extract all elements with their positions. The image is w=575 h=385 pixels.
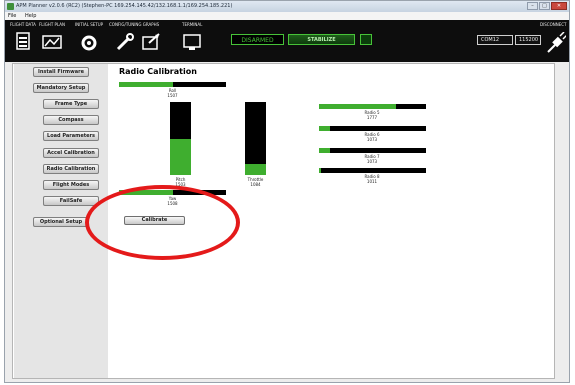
toolbar-label: TERMINAL bbox=[182, 22, 203, 27]
roll-bar-fill bbox=[119, 82, 173, 87]
link-indicator bbox=[360, 34, 372, 45]
flight-data-icon bbox=[16, 32, 30, 50]
title-bar: APM Planner v2.0.6 (RC2) (Stephen-PC 169… bbox=[5, 1, 569, 12]
toolbar-label: INITIAL SETUP bbox=[75, 22, 104, 27]
toolbar-flight-data[interactable]: FLIGHT DATA bbox=[10, 22, 36, 50]
sidebar-item-mandatory-setup[interactable]: Mandatory Setup bbox=[33, 83, 89, 93]
radio7-bar bbox=[319, 148, 426, 153]
sidebar-item-accel-calibration[interactable]: Accel Calibration bbox=[43, 148, 99, 158]
sidebar-item-radio-calibration[interactable]: Radio Calibration bbox=[43, 164, 99, 174]
sidebar-item-optional-setup[interactable]: Optional Setup bbox=[33, 217, 89, 227]
toolbar-flight-plan[interactable]: FLIGHT PLAN bbox=[39, 22, 65, 50]
toolbar-label: FLIGHT DATA bbox=[10, 22, 36, 27]
pitch-bar-fill bbox=[170, 138, 191, 175]
disconnect-plug-icon[interactable] bbox=[546, 32, 566, 54]
radio5-bar-fill bbox=[319, 104, 397, 109]
sidebar-item-failsafe[interactable]: FailSafe bbox=[43, 196, 99, 206]
radio7-value: 1073 bbox=[366, 159, 378, 164]
main-toolbar: FLIGHT DATA FLIGHT PLAN INITIAL SETUP CO… bbox=[5, 20, 569, 62]
pitch-bar bbox=[170, 102, 191, 175]
initial-setup-icon bbox=[81, 35, 97, 51]
radio8-value: 1011 bbox=[366, 179, 378, 184]
radio5-value: 1777 bbox=[366, 115, 378, 120]
maximize-button[interactable]: □ bbox=[539, 2, 550, 10]
toolbar-initial-setup[interactable]: INITIAL SETUP bbox=[75, 22, 103, 52]
radio6-bar bbox=[319, 126, 426, 131]
menu-file[interactable]: File bbox=[8, 13, 16, 19]
sidebar-item-flight-modes[interactable]: Flight Modes bbox=[43, 180, 99, 190]
graphs-icon bbox=[142, 33, 160, 50]
throttle-bar-fill bbox=[245, 164, 266, 175]
radio5-bar bbox=[319, 104, 426, 109]
toolbar-label: GRAPHS bbox=[142, 22, 160, 27]
flight-plan-icon bbox=[42, 35, 62, 49]
radio6-bar-fill bbox=[319, 126, 330, 131]
sidebar-item-frame-type[interactable]: Frame Type bbox=[43, 99, 99, 109]
throttle-bar bbox=[245, 102, 266, 175]
toolbar-terminal[interactable]: TERMINAL bbox=[182, 22, 202, 52]
config-tuning-icon bbox=[117, 33, 135, 51]
app-icon bbox=[7, 3, 14, 10]
sidebar-item-load-parameters[interactable]: Load Parameters bbox=[43, 131, 99, 141]
menu-help[interactable]: Help bbox=[25, 13, 36, 19]
close-button[interactable]: ✕ bbox=[551, 2, 567, 10]
window-title: APM Planner v2.0.6 (RC2) (Stephen-PC 169… bbox=[16, 3, 233, 9]
menu-bar: File Help bbox=[5, 12, 569, 20]
sidebar-item-compass[interactable]: Compass bbox=[43, 115, 99, 125]
minimize-button[interactable]: – bbox=[527, 2, 538, 10]
annotation-circle bbox=[85, 185, 240, 260]
toolbar-label: CONFIG/TUNING bbox=[109, 22, 142, 27]
radio8-bar-fill bbox=[319, 168, 322, 173]
toolbar-config-tuning[interactable]: CONFIG/TUNING bbox=[109, 22, 142, 52]
roll-bar bbox=[119, 82, 226, 87]
flight-mode-status: STABILIZE bbox=[288, 34, 355, 45]
roll-value: 1507 bbox=[167, 93, 178, 98]
disconnect-label: DISCONNECT bbox=[540, 22, 567, 27]
port-select[interactable]: COM12 bbox=[477, 35, 513, 45]
armed-status: DISARMED bbox=[231, 34, 284, 45]
terminal-icon bbox=[183, 34, 201, 50]
toolbar-label: FLIGHT PLAN bbox=[39, 22, 65, 27]
page-title: Radio Calibration bbox=[119, 67, 197, 76]
radio7-bar-fill bbox=[319, 148, 330, 153]
radio8-bar bbox=[319, 168, 426, 173]
radio6-value: 1073 bbox=[366, 137, 378, 142]
throttle-value: 1084 bbox=[250, 182, 261, 187]
sidebar-item-install-firmware[interactable]: Install Firmware bbox=[33, 67, 89, 77]
baud-select[interactable]: 115200 bbox=[515, 35, 541, 45]
toolbar-graphs[interactable]: GRAPHS bbox=[141, 22, 161, 52]
